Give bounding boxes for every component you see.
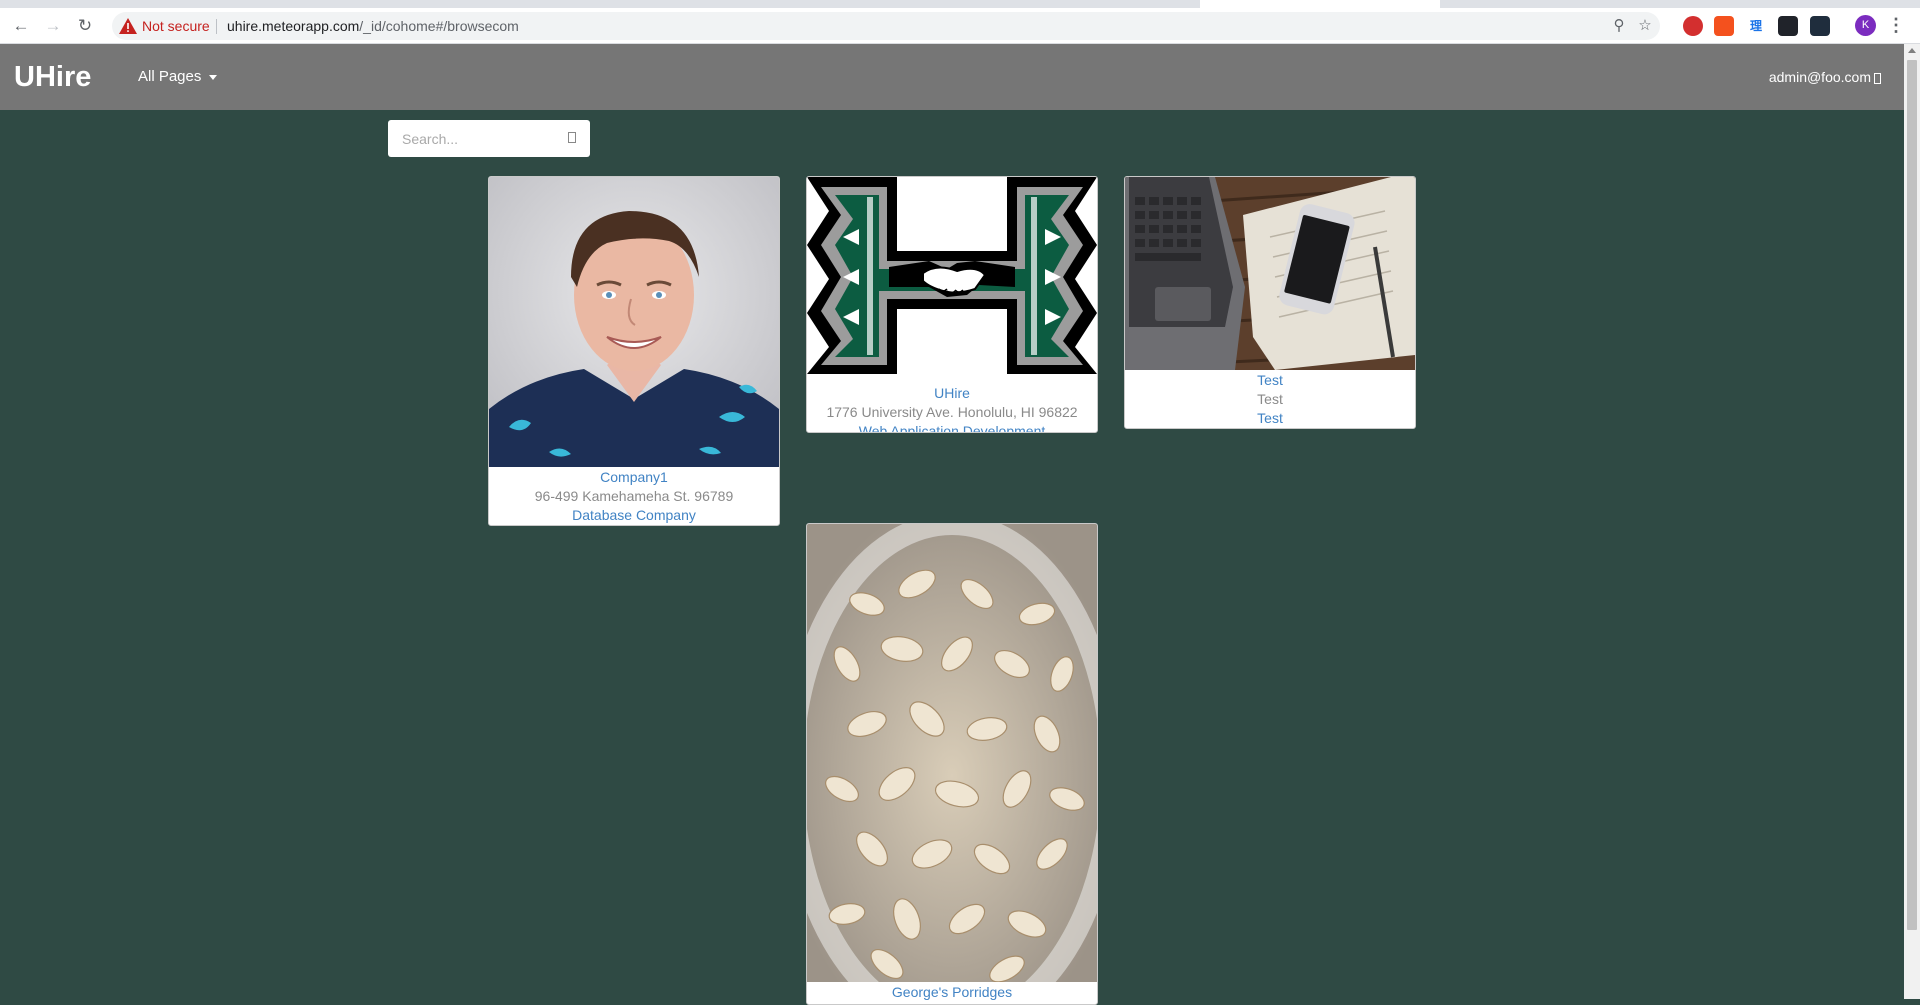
company-category[interactable]: Database Company xyxy=(489,506,779,525)
company-name[interactable]: UHire xyxy=(807,384,1097,403)
key-icon[interactable]: ⚲ xyxy=(1608,12,1630,40)
company-info: Test Test Test xyxy=(1125,370,1415,428)
forward-arrow-icon[interactable]: → xyxy=(40,13,66,39)
company-card[interactable]: George's Porridges xyxy=(806,523,1098,1005)
search-box xyxy=(388,120,590,157)
browser-tab-strip xyxy=(0,0,1920,8)
company-address: 1776 University Ave. Honolulu, HI 96822 xyxy=(826,404,1078,420)
company-image xyxy=(807,177,1097,374)
bookmark-star-icon[interactable]: ☆ xyxy=(1634,12,1656,40)
adblock-extension-icon[interactable] xyxy=(1683,16,1703,36)
company-image xyxy=(807,524,1097,982)
company-name[interactable]: Test xyxy=(1125,371,1415,390)
oats-photo xyxy=(807,524,1097,982)
user-email: admin@foo.com xyxy=(1768,69,1871,85)
brand-logo[interactable]: UHire xyxy=(14,44,91,110)
translate-extension-icon[interactable]: 理 xyxy=(1746,16,1766,36)
company-name[interactable]: Company1 xyxy=(489,468,779,487)
profile-avatar[interactable]: K xyxy=(1855,15,1876,36)
company-category[interactable]: Web Application Development xyxy=(807,422,1097,432)
user-menu[interactable]: admin@foo.com xyxy=(1769,44,1881,110)
browser-toolbar: ← → ↻ Not secure uhire.meteorapp.com/_id… xyxy=(0,8,1920,44)
company-info: George's Porridges xyxy=(807,982,1097,1003)
company-address: Test xyxy=(1257,391,1283,407)
url-text[interactable]: uhire.meteorapp.com/_id/cohome#/browseco… xyxy=(227,12,519,40)
address-bar[interactable]: Not secure uhire.meteorapp.com/_id/cohom… xyxy=(112,12,1660,40)
company-name[interactable]: George's Porridges xyxy=(807,983,1097,1002)
company-card[interactable]: Test Test Test xyxy=(1124,176,1416,429)
scrollbar-thumb[interactable] xyxy=(1907,60,1917,930)
app-navbar: UHire All Pages admin@foo.com xyxy=(0,44,1904,110)
back-arrow-icon[interactable]: ← xyxy=(8,13,34,39)
search-input[interactable] xyxy=(388,120,572,157)
company-image xyxy=(489,177,779,467)
caret-down-icon xyxy=(209,74,218,80)
all-pages-label: All Pages xyxy=(138,68,202,85)
desk-photo xyxy=(1125,177,1415,370)
scroll-up-arrow[interactable] xyxy=(1908,48,1916,53)
company-card[interactable]: UHire 1776 University Ave. Honolulu, HI … xyxy=(806,176,1098,433)
reload-icon[interactable]: ↻ xyxy=(72,13,98,39)
security-status-label[interactable]: Not secure xyxy=(142,12,210,40)
lock-extension-icon[interactable] xyxy=(1714,16,1734,36)
react-devtools-extension-icon[interactable] xyxy=(1778,16,1798,36)
company-address: 96-499 Kamehameha St. 96789 xyxy=(534,488,734,504)
warning-icon xyxy=(119,18,137,34)
company-info: UHire 1776 University Ave. Honolulu, HI … xyxy=(807,374,1097,432)
page-scrollbar[interactable] xyxy=(1904,44,1920,999)
url-path: /_id/cohome#/browsecom xyxy=(359,18,519,34)
address-divider xyxy=(216,19,217,34)
company-info: Company1 96-499 Kamehameha St. 96789 Dat… xyxy=(489,467,779,525)
company-image xyxy=(1125,177,1415,370)
company-card[interactable]: Company1 96-499 Kamehameha St. 96789 Dat… xyxy=(488,176,780,526)
user-menu-icon xyxy=(1874,72,1881,84)
browser-menu-icon[interactable]: ⋮ xyxy=(1886,12,1906,38)
url-host: uhire.meteorapp.com xyxy=(227,18,360,34)
company-category[interactable]: Test xyxy=(1125,409,1415,428)
browser-active-tab[interactable] xyxy=(1200,0,1440,8)
all-pages-dropdown[interactable]: All Pages xyxy=(138,44,218,110)
extension-icon[interactable] xyxy=(1810,16,1830,36)
portrait-photo xyxy=(489,177,779,467)
search-icon[interactable] xyxy=(568,132,576,143)
uhire-logo xyxy=(807,177,1097,374)
